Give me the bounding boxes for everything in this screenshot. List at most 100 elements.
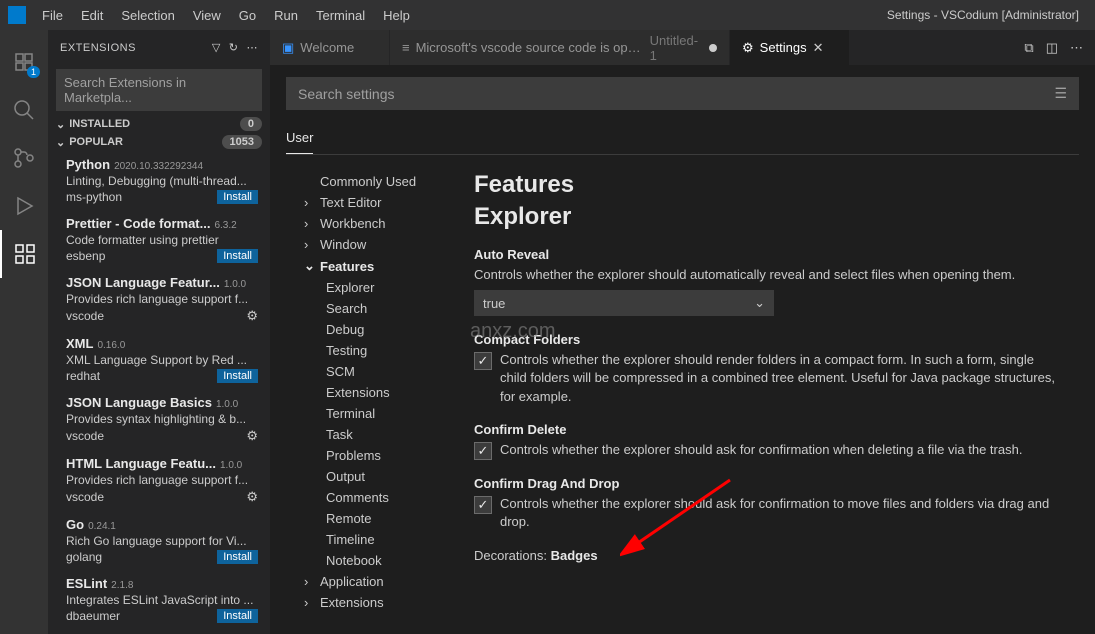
welcome-icon: ▣: [282, 40, 294, 56]
close-icon[interactable]: ✕: [813, 40, 824, 56]
toc-item[interactable]: ›Workbench: [286, 213, 466, 234]
extension-item[interactable]: HTML Language Featu...1.0.0 Provides ric…: [48, 450, 270, 511]
menu-file[interactable]: File: [34, 4, 71, 27]
menu-go[interactable]: Go: [231, 4, 264, 27]
toc-item[interactable]: Timeline: [286, 529, 466, 550]
confirm-drag-drop-checkbox[interactable]: ✓: [474, 496, 492, 514]
extension-item[interactable]: JSON Language Featur...1.0.0 Provides ri…: [48, 269, 270, 330]
install-button[interactable]: Install: [217, 609, 258, 623]
section-popular[interactable]: ⌄ POPULAR 1053: [48, 133, 270, 151]
more-actions-icon[interactable]: ⋯: [1070, 40, 1083, 56]
extension-description: Integrates ESLint JavaScript into ...: [66, 593, 258, 607]
menu-edit[interactable]: Edit: [73, 4, 111, 27]
section-label: INSTALLED: [69, 118, 130, 130]
filter-icon[interactable]: ☰: [1054, 85, 1067, 102]
setting-title: Confirm Drag And Drop: [474, 476, 1063, 491]
auto-reveal-select[interactable]: true ⌄: [474, 290, 774, 316]
toc-item[interactable]: ›Application: [286, 571, 466, 592]
gear-icon[interactable]: ⚙: [246, 428, 258, 444]
extension-description: Provides syntax highlighting & b...: [66, 412, 258, 426]
install-button[interactable]: Install: [217, 369, 258, 383]
toc-item[interactable]: Debug: [286, 319, 466, 340]
toc-item[interactable]: ›Text Editor: [286, 192, 466, 213]
open-settings-json-icon[interactable]: ⧉: [1024, 40, 1033, 56]
extension-item[interactable]: XML0.16.0 XML Language Support by Red ..…: [48, 330, 270, 389]
tab-settings[interactable]: ⚙ Settings ✕: [730, 30, 850, 65]
toc-item[interactable]: Terminal: [286, 403, 466, 424]
extension-item[interactable]: Go0.24.1 Rich Go language support for Vi…: [48, 511, 270, 570]
toc-item[interactable]: Explorer: [286, 277, 466, 298]
confirm-delete-checkbox[interactable]: ✓: [474, 442, 492, 460]
toc-item[interactable]: Search: [286, 298, 466, 319]
toc-item[interactable]: ›Extensions: [286, 592, 466, 613]
extension-name: Python: [66, 157, 110, 172]
extension-publisher: vscode: [66, 429, 104, 443]
toc-item[interactable]: Notebook: [286, 550, 466, 571]
toc-item[interactable]: ›Window: [286, 234, 466, 255]
menu-run[interactable]: Run: [266, 4, 306, 27]
toc-item[interactable]: Comments: [286, 487, 466, 508]
menu-help[interactable]: Help: [375, 4, 418, 27]
menu-terminal[interactable]: Terminal: [308, 4, 373, 27]
decorations-label: Decorations:: [474, 548, 547, 563]
toc-item[interactable]: SCM: [286, 361, 466, 382]
toc-item[interactable]: Commonly Used: [286, 171, 466, 192]
extensions-icon[interactable]: [0, 230, 48, 278]
source-control-icon[interactable]: [0, 134, 48, 182]
extension-publisher: dbaeumer: [66, 609, 120, 623]
extension-item[interactable]: Python2020.10.332292344 Linting, Debuggi…: [48, 151, 270, 210]
gear-icon[interactable]: ⚙: [246, 489, 258, 505]
extension-item[interactable]: ESLint2.1.8 Integrates ESLint JavaScript…: [48, 570, 270, 629]
breadcrumb-explorer: Explorer: [474, 203, 1063, 231]
extension-search-input[interactable]: Search Extensions in Marketpla...: [56, 69, 262, 111]
extension-item[interactable]: JSON Language Basics1.0.0 Provides synta…: [48, 389, 270, 450]
extension-item[interactable]: Prettier - Code format...6.3.2 Code form…: [48, 210, 270, 269]
toc-item[interactable]: Remote: [286, 508, 466, 529]
editor-area: ▣ Welcome ≡ Microsoft's vscode source co…: [270, 30, 1095, 634]
extension-name: Go: [66, 517, 84, 532]
toc-item[interactable]: ⌄Features: [286, 255, 466, 277]
explorer-icon[interactable]: 1: [0, 38, 48, 86]
toc-label: Text Editor: [320, 195, 381, 210]
tab-untitled[interactable]: ≡ Microsoft's vscode source code is open…: [390, 30, 730, 65]
menu-selection[interactable]: Selection: [113, 4, 182, 27]
menu-view[interactable]: View: [185, 4, 229, 27]
toc-item[interactable]: Problems: [286, 445, 466, 466]
split-editor-icon[interactable]: ◫: [1046, 40, 1058, 56]
setting-title: Auto Reveal: [474, 247, 1063, 262]
toc-item[interactable]: Testing: [286, 340, 466, 361]
install-button[interactable]: Install: [217, 249, 258, 263]
toc-item[interactable]: Output: [286, 466, 466, 487]
sidebar: EXTENSIONS ▽ ↻ ⋯ Search Extensions in Ma…: [48, 30, 270, 634]
section-installed[interactable]: ⌄ INSTALLED 0: [48, 115, 270, 133]
chevron-icon: ›: [304, 595, 316, 610]
extension-version: 1.0.0: [224, 279, 246, 290]
run-debug-icon[interactable]: [0, 182, 48, 230]
refresh-icon[interactable]: ↻: [229, 41, 239, 54]
toc-item[interactable]: Task: [286, 424, 466, 445]
chevron-down-icon: ⌄: [56, 118, 65, 131]
toc-label: Testing: [326, 343, 367, 358]
extension-name: XML: [66, 336, 93, 351]
compact-folders-checkbox[interactable]: ✓: [474, 352, 492, 370]
setting-confirm-delete: Confirm Delete ✓ Controls whether the ex…: [474, 422, 1063, 460]
extension-publisher: redhat: [66, 369, 100, 383]
tab-welcome[interactable]: ▣ Welcome: [270, 30, 390, 65]
extension-version: 0.24.1: [88, 521, 116, 532]
extension-description: Provides rich language support f...: [66, 292, 258, 306]
extension-list: Python2020.10.332292344 Linting, Debuggi…: [48, 151, 270, 634]
install-button[interactable]: Install: [217, 190, 258, 204]
settings-search-input[interactable]: Search settings ☰: [286, 77, 1079, 110]
search-icon[interactable]: [0, 86, 48, 134]
settings-list[interactable]: Features Explorer Auto Reveal Controls w…: [466, 163, 1079, 634]
toc-item[interactable]: Extensions: [286, 382, 466, 403]
setting-desc: Controls whether the explorer should ask…: [500, 495, 1063, 531]
more-icon[interactable]: ⋯: [247, 41, 259, 54]
extension-name: HTML Language Featu...: [66, 456, 216, 471]
toc-label: Extensions: [326, 385, 390, 400]
scope-user-tab[interactable]: User: [286, 122, 313, 154]
gear-icon[interactable]: ⚙: [246, 308, 258, 324]
install-button[interactable]: Install: [217, 550, 258, 564]
section-label: POPULAR: [69, 136, 123, 148]
filter-icon[interactable]: ▽: [212, 41, 221, 54]
